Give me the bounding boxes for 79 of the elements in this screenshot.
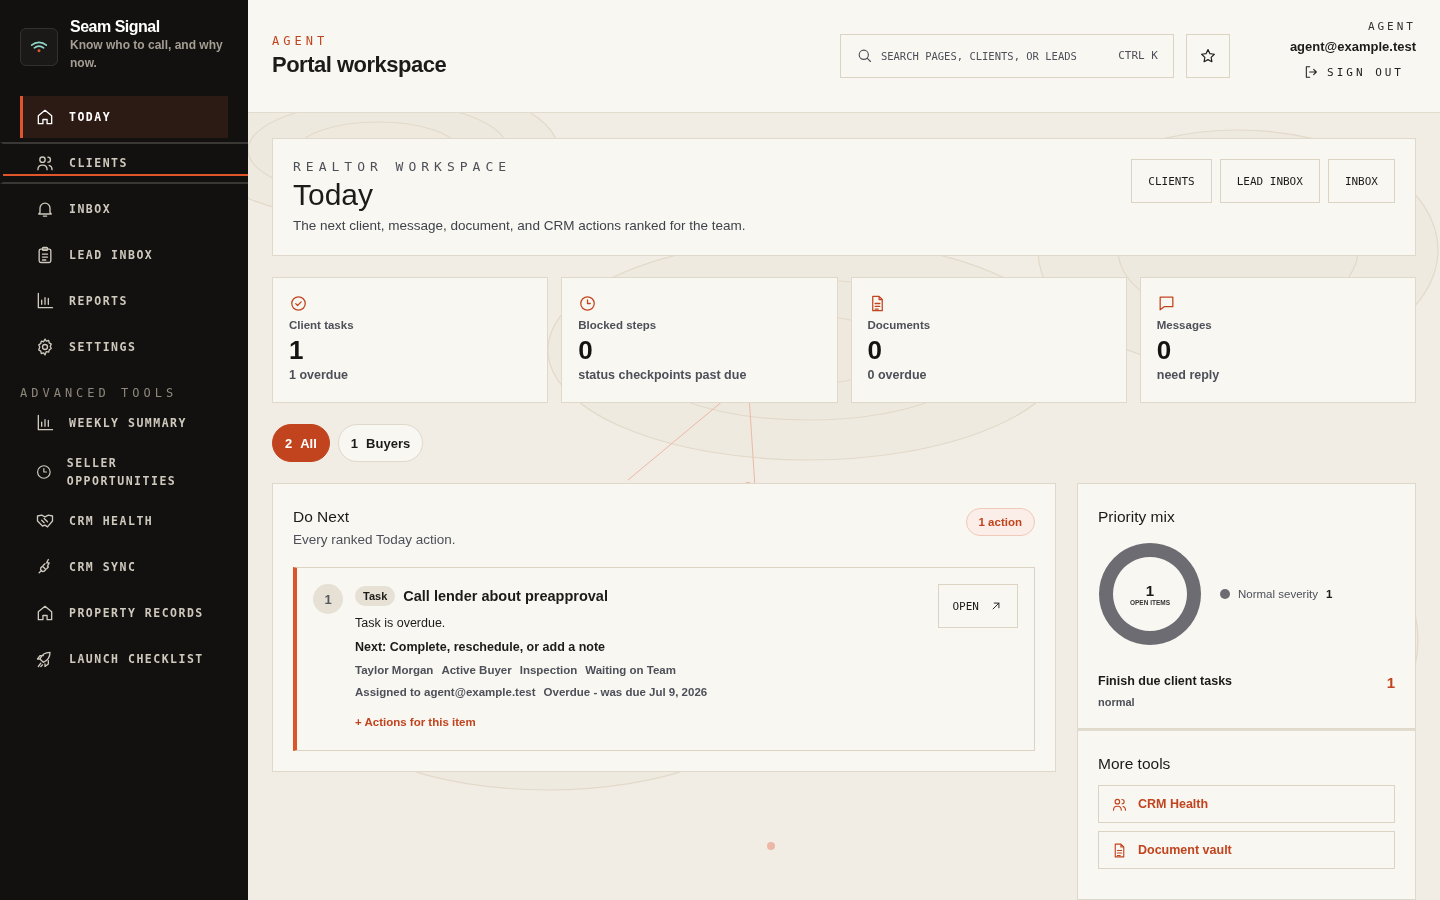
page-eyebrow: AGENT (272, 34, 330, 48)
star-icon (1198, 47, 1217, 65)
next-step: Next: Complete, reschedule, or add a note (355, 640, 926, 654)
card-subtitle: Every ranked Today action. (293, 532, 457, 547)
stat-detail: need reply (1156, 368, 1221, 382)
nav-button[interactable]: INBOX (1327, 159, 1395, 203)
nav-button[interactable]: LEAD INBOX (1219, 159, 1320, 203)
filter-chip[interactable]: 1 Buyers (337, 424, 424, 462)
brand-tagline: Know who to call, and why now. (70, 37, 224, 72)
clock-icon (35, 462, 53, 482)
type-tag: Task (355, 586, 396, 606)
stat-label: Messages (1156, 319, 1213, 331)
focus-title: Finish due client tasks (1098, 674, 1233, 688)
tool-link[interactable]: CRM Health (1098, 785, 1395, 823)
clock-icon (578, 294, 598, 313)
settings-icon (35, 337, 55, 357)
favorite-button[interactable] (1185, 34, 1230, 78)
stat-value: 0 (578, 335, 594, 366)
item-title: Call lender about preapproval (403, 588, 608, 604)
nav-button[interactable]: CLIENTS (1131, 159, 1212, 203)
sidebar-item[interactable]: LEAD INBOX (20, 234, 228, 276)
section-eyebrow: REALTOR WORKSPACE (293, 159, 513, 174)
home-icon (35, 603, 55, 623)
item-description: Task is overdue. (355, 616, 447, 630)
sidebar-item[interactable]: INBOX (20, 188, 228, 230)
section-subtitle: The next client, message, document, and CRM actions ranked for the team. (293, 218, 747, 233)
focus-level: normal (1098, 696, 1136, 708)
tool-link[interactable]: Document vault (1098, 831, 1395, 869)
card-title: Priority mix (1098, 508, 1176, 526)
meta-text: Waiting on Team (585, 664, 676, 676)
bar-chart-icon (35, 413, 55, 433)
meta-text: Overdue - was due Jul 9, 2026 (543, 686, 708, 698)
card-title: Do Next (293, 508, 350, 526)
count-badge: 1 action (965, 508, 1035, 536)
user-role: AGENT (1367, 20, 1416, 33)
meta-text: Assigned to agent@example.test (355, 686, 536, 698)
sidebar-item[interactable]: CRM HEALTH (20, 500, 166, 542)
stat-label: Documents (867, 319, 932, 331)
sidebar-item[interactable]: CRM SYNC (20, 546, 149, 588)
stat-detail: status checkpoints past due (578, 368, 748, 382)
stat-value: 0 (867, 335, 883, 366)
section-title: Today (293, 178, 375, 212)
stat-detail: 0 overdue (867, 368, 928, 382)
open-button[interactable]: OPEN (937, 584, 1018, 628)
card-title: More tools (1098, 755, 1172, 773)
bar-chart-icon (35, 291, 55, 311)
sign-out-icon (1303, 64, 1319, 80)
section-heading: ADVANCED TOOLS (19, 386, 179, 400)
actions-link[interactable]: + Actions for this item (355, 716, 476, 728)
stat-value: 1 (289, 335, 305, 366)
check-circle-icon (289, 294, 308, 313)
stat-label: Blocked steps (578, 319, 658, 331)
home-icon (35, 107, 55, 127)
sidebar-item[interactable]: PROPERTY RECORDS (20, 592, 216, 634)
stat-detail: 1 overdue (289, 368, 350, 382)
sidebar-item[interactable]: CLIENTS (0, 142, 248, 184)
logo-icon (20, 28, 58, 66)
page-title: Portal workspace (272, 52, 448, 78)
sidebar-item[interactable]: REPORTS (20, 280, 228, 322)
sidebar-item[interactable]: WEEKLY SUMMARY (20, 402, 199, 444)
sidebar-item[interactable]: LAUNCH CHECKLIST (20, 638, 216, 680)
user-email: agent@example.test (1289, 39, 1416, 54)
sidebar-item[interactable]: TODAY (20, 96, 228, 138)
rank-badge: 1 (313, 584, 343, 614)
stat-value: 0 (1156, 335, 1173, 366)
sidebar-item[interactable]: SETTINGS (20, 326, 228, 368)
sidebar-item[interactable]: SELLER OPPORTUNITIES (20, 448, 228, 496)
legend-label: Normal severity (1238, 588, 1318, 600)
focus-count: 1 (1386, 674, 1395, 693)
meta-text: Active Buyer (441, 664, 512, 676)
donut-value: 1 (1145, 582, 1155, 599)
brand-name: Seam Signal (70, 18, 161, 36)
meta-text: Taylor Morgan (355, 664, 434, 676)
users-icon (35, 153, 55, 173)
meta-text: Inspection (519, 664, 578, 676)
sign-out-button[interactable]: SIGN OUT (1291, 60, 1416, 84)
legend-value: 1 (1325, 588, 1333, 600)
stat-label: Client tasks (289, 319, 355, 331)
shortcut-hint: CTRL K (1118, 49, 1158, 62)
